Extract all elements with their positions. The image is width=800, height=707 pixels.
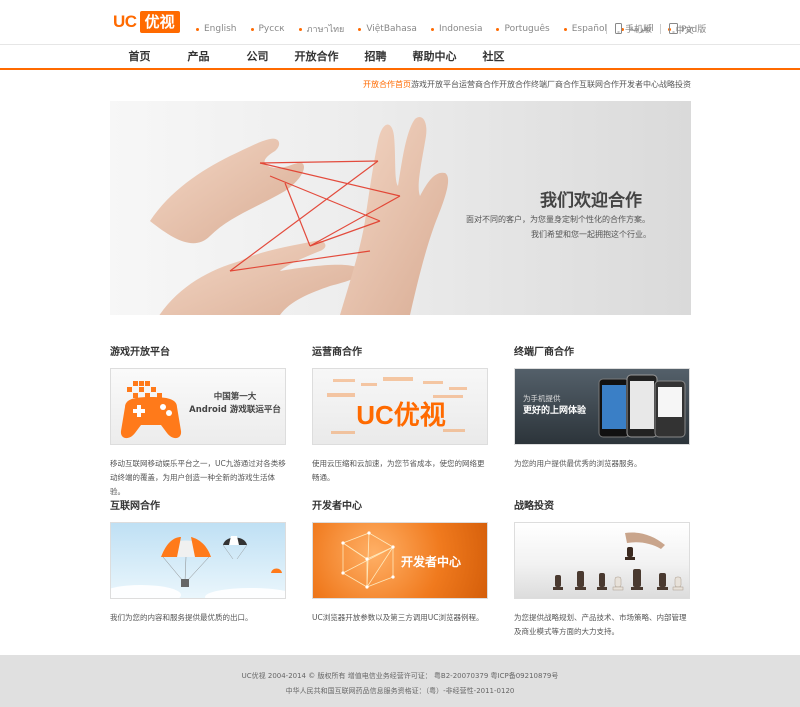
card-title[interactable]: 开发者中心 [312,500,490,514]
divider [660,23,662,34]
card-title[interactable]: 互联网合作 [110,500,288,514]
operator-image[interactable]: UC优视 [312,368,488,445]
footer-copyright: UC优视 2004-2014 © 版权所有 增值电信业务经营许可证： 粤B2-2… [241,672,559,680]
card-developer: 开发者中心 开发者中心 UC浏览器开放参数以及第三方调用UC浏览器例程。 [312,500,490,625]
bullet-icon [250,27,254,31]
operator-image-logo: UC优视 [356,400,446,430]
language-label: Русск [258,24,285,34]
banner-subtitle-1: 面对不同的客户，为您量身定制个性化的合作方案。 [466,215,650,224]
logo-brand-text: 优视 [139,11,180,33]
pad-version-label: Pad版 [681,25,707,35]
card-operator: 运营商合作 UC优视 使用云压缩和云加速，为您节省成本，使您的网络更畅通。 [312,346,490,485]
card-description: 使用云压缩和云加速，为您节省成本，使您的网络更畅通。 [312,459,485,482]
mobile-version-label: 手机版 [625,25,653,35]
card-title[interactable]: 战略投资 [514,500,692,514]
investment-image[interactable] [514,522,690,599]
footer: UC优视 2004-2014 © 版权所有 增值电信业务经营许可证： 粤B2-2… [0,655,800,707]
pad-version-link[interactable]: Pad版 [669,22,706,35]
language-link-thai[interactable]: ภาษาไทย [298,22,345,36]
bullet-icon [496,27,500,31]
banner-subtitle-2: 我们希望和您一起拥抱这个行业。 [531,230,651,239]
card-title[interactable]: 终端厂商合作 [514,346,692,360]
chess-pieces-icon [553,532,684,591]
language-label: Indonesia [438,24,483,34]
banner-title: 我们欢迎合作 [540,191,642,211]
divider [606,23,607,34]
language-label: English [204,24,237,34]
bullet-icon [430,27,434,31]
game-platform-image-line1: 中国第一大 [213,392,257,402]
sub-nav: 开放合作首页游戏开放平台运营商合作开放合作终端厂商合作互联网合作开发者中心战略投… [363,79,691,90]
card-description: 为您提供战略规划、产品技术、市场策略、内部管理及商业模式等方面的大力支持。 [514,613,687,636]
nav-item-home[interactable]: 首页 [110,45,169,69]
developer-image-text: 开发者中心 [401,555,462,569]
language-label: ViệtBahasa [366,24,417,34]
uc-logo[interactable]: UC 优视 [110,11,180,33]
language-link-indonesian[interactable]: Indonesia [430,24,483,34]
main-nav: 首页 产品 公司 开放合作 招聘 帮助中心 社区 [0,44,800,70]
game-platform-image[interactable]: 中国第一大 Android 游戏联运平台 [110,368,286,445]
internet-image[interactable] [110,522,286,599]
language-link-vietnamese[interactable]: ViệtBahasa [358,24,417,34]
phones-icon [598,374,686,438]
card-description: UC浏览器开放参数以及第三方调用UC浏览器例程。 [312,613,484,622]
bullet-icon [298,27,302,31]
language-label: Português [504,24,550,34]
language-label: Español [571,24,608,34]
game-platform-image-line2: Android 游戏联运平台 [189,405,281,415]
sub-nav-current[interactable]: 开放合作首页 [363,80,411,89]
sub-nav-links[interactable]: 游戏开放平台运营商合作开放合作终端厂商合作互联网合作开发者中心战略投资 [411,80,691,89]
top-bar: UC 优视 English Русск ภาษาไทย ViệtBahasa I… [0,0,800,44]
card-investment: 战略投资 为您提供战略规划、产品技术、市场策略、内部管理及商业模式等方面的大力支… [514,500,692,639]
parachutes-icon [111,536,285,598]
nav-item-products[interactable]: 产品 [169,45,228,69]
language-link-portuguese[interactable]: Português [496,24,550,34]
card-device-maker: 终端厂商合作 为手机提供 更好的上网体验 为您的用户提供最优秀的浏览器服务。 [514,346,692,471]
device-links: 手机版 Pad版 [606,22,714,35]
logo-uc-text: UC [113,12,137,31]
hero-banner: 我们欢迎合作 面对不同的客户，为您量身定制个性化的合作方案。 我们希望和您一起拥… [110,101,691,315]
language-label: ภาษาไทย [306,25,345,35]
card-description: 为您的用户提供最优秀的浏览器服务。 [514,459,642,468]
card-description: 我们为您的内容和服务提供最优质的出口。 [110,613,253,622]
language-link-spanish[interactable]: Español [563,24,608,34]
bullet-icon [563,27,567,31]
bullet-icon [196,27,199,31]
nav-item-company[interactable]: 公司 [228,45,287,69]
card-game-platform: 游戏开放平台 中国第一大 Android 游戏联运平台 移动互联网移动娱乐平台之… [110,346,288,499]
card-title[interactable]: 游戏开放平台 [110,346,288,360]
card-internet: 互联网合作 我们为您的内容和服务提供最优质的出口。 [110,500,288,625]
language-link-english[interactable]: English [196,24,237,34]
phone-icon [615,23,622,34]
language-link-russian[interactable]: Русск [250,24,285,34]
nav-item-open-cooperation[interactable]: 开放合作 [287,45,346,70]
tablet-icon [669,23,679,34]
bullet-icon [358,27,362,31]
developer-image[interactable]: 开发者中心 [312,522,488,599]
card-description: 移动互联网移动娱乐平台之一，UC九游通过对各类移动终端的覆盖，为用户创造一种全新… [110,459,286,496]
mobile-version-link[interactable]: 手机版 [615,22,652,35]
nav-item-help[interactable]: 帮助中心 [405,45,464,69]
nav-item-jobs[interactable]: 招聘 [346,45,405,69]
footer-license: 中华人民共和国互联网药品信息服务资格证：（粤）-非经营性-2011-0120 [285,687,515,695]
card-title[interactable]: 运营商合作 [312,346,490,360]
nav-item-community[interactable]: 社区 [464,45,523,69]
device-maker-image[interactable]: 为手机提供 更好的上网体验 [514,368,690,445]
